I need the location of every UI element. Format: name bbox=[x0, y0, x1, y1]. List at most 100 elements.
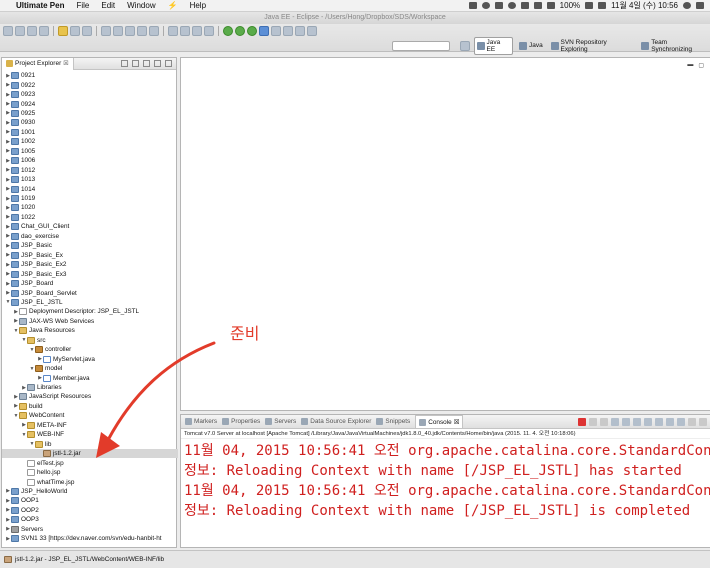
close-icon[interactable]: ☒ bbox=[454, 418, 460, 426]
external-tools-icon[interactable] bbox=[113, 26, 123, 36]
close-icon[interactable]: ☒ bbox=[63, 60, 68, 67]
tab-markers[interactable]: Markers bbox=[185, 418, 217, 425]
editor-area[interactable]: ▬ ▢ bbox=[180, 57, 710, 411]
new-icon[interactable] bbox=[3, 26, 13, 36]
tree-item[interactable]: ▶ 1014 bbox=[2, 184, 178, 193]
tray-sync-icon[interactable] bbox=[481, 2, 490, 9]
word-wrap-icon[interactable] bbox=[633, 418, 641, 426]
lightning-icon[interactable]: ⚡ bbox=[162, 1, 184, 10]
debug-icon[interactable] bbox=[223, 26, 233, 36]
new-server-icon[interactable] bbox=[58, 26, 68, 36]
tree-item[interactable]: ▶ 1022 bbox=[2, 213, 178, 222]
tab-properties[interactable]: Properties bbox=[222, 418, 260, 425]
pin-console-icon[interactable] bbox=[655, 418, 663, 426]
minimize-icon[interactable] bbox=[154, 60, 161, 67]
perspective-svn[interactable]: SVN Repository Exploring bbox=[549, 38, 636, 54]
tree-item[interactable]: ▶ JSP_HelloWorld bbox=[2, 487, 178, 496]
open-web-browser-icon[interactable] bbox=[259, 26, 269, 36]
maximize-icon[interactable] bbox=[165, 60, 172, 67]
run-last-tool-icon[interactable] bbox=[247, 26, 257, 36]
tray-bluetooth-icon[interactable] bbox=[520, 2, 529, 9]
tree-item[interactable]: ▶ META-INF bbox=[2, 421, 178, 430]
battery-icon[interactable] bbox=[585, 2, 594, 9]
perspective-java-ee[interactable]: Java EE bbox=[473, 36, 513, 55]
menu-help[interactable]: Help bbox=[184, 1, 212, 10]
tray-app-icon[interactable] bbox=[468, 2, 477, 9]
save-icon[interactable] bbox=[15, 26, 25, 36]
perspective-team-sync[interactable]: Team Synchronizing bbox=[639, 38, 710, 54]
collapse-all-icon[interactable] bbox=[121, 60, 128, 67]
open-type-icon[interactable] bbox=[149, 26, 159, 36]
tree-item[interactable]: ▶ JavaScript Resources bbox=[2, 392, 178, 401]
tree-item[interactable]: ▶ JSP_Basic bbox=[2, 241, 178, 250]
back-icon[interactable] bbox=[295, 26, 305, 36]
new-class-icon[interactable] bbox=[137, 26, 147, 36]
quick-access-input[interactable] bbox=[392, 41, 450, 51]
remove-launch-icon[interactable] bbox=[589, 418, 597, 426]
tree-item[interactable]: ▶ 1001 bbox=[2, 128, 178, 137]
open-console-icon[interactable] bbox=[677, 418, 685, 426]
tree-item[interactable]: jstl-1.2.jar bbox=[2, 449, 178, 459]
battery-percent[interactable]: 100% bbox=[560, 1, 580, 10]
tab-servers[interactable]: Servers bbox=[265, 418, 296, 425]
pin-icon[interactable] bbox=[204, 26, 214, 36]
tree-item[interactable]: ▶ 1019 bbox=[2, 194, 178, 203]
tree-item[interactable]: ▶ 0924 bbox=[2, 99, 178, 108]
menu-file[interactable]: File bbox=[70, 1, 95, 10]
tree-item[interactable]: ▼ WebContent bbox=[2, 411, 178, 420]
tree-item[interactable]: ▶ 0923 bbox=[2, 90, 178, 99]
maximize-icon[interactable] bbox=[699, 418, 707, 426]
tree-item[interactable]: ▶ SVN1 33 [https://dev.naver.com/svn/edu-… bbox=[2, 534, 178, 543]
tree-item[interactable]: ▼ JSP_EL_JSTL bbox=[2, 298, 178, 307]
tree-item[interactable]: ▶ Servers bbox=[2, 525, 178, 534]
task-icon[interactable] bbox=[180, 26, 190, 36]
tree-item[interactable]: ▶ 0922 bbox=[2, 80, 178, 89]
display-console-icon[interactable] bbox=[666, 418, 674, 426]
forward-icon[interactable] bbox=[307, 26, 317, 36]
notification-center-icon[interactable] bbox=[696, 2, 704, 9]
tree-item[interactable]: ▶ 1013 bbox=[2, 175, 178, 184]
tray-volume-icon[interactable] bbox=[546, 2, 555, 9]
tree-item[interactable]: hello.jsp bbox=[2, 468, 178, 477]
view-menu-icon[interactable] bbox=[143, 60, 150, 67]
tray-dropbox-icon[interactable] bbox=[494, 2, 503, 9]
tree-item[interactable]: ▶ Member.java bbox=[2, 373, 178, 382]
print-icon[interactable] bbox=[39, 26, 49, 36]
tree-item[interactable]: ▶ 1005 bbox=[2, 147, 178, 156]
tree-item[interactable]: ▶ MyServlet.java bbox=[2, 355, 178, 364]
skip-breakpoints-icon[interactable] bbox=[82, 26, 92, 36]
tree-item[interactable]: ▶ JSP_Basic_Ex3 bbox=[2, 269, 178, 278]
maximize-icon[interactable]: ▢ bbox=[698, 62, 704, 69]
tree-item[interactable]: ▶ OOP3 bbox=[2, 515, 178, 524]
tab-snippets[interactable]: Snippets bbox=[376, 418, 410, 425]
annotation-icon[interactable] bbox=[192, 26, 202, 36]
minimize-icon[interactable]: ▬ bbox=[687, 62, 693, 69]
tab-project-explorer[interactable]: Project Explorer ☒ bbox=[2, 57, 74, 70]
tree-item[interactable]: ▼ src bbox=[2, 336, 178, 345]
tree-item[interactable]: ▼ model bbox=[2, 364, 178, 373]
tree-item[interactable]: ▶ 1006 bbox=[2, 156, 178, 165]
run-icon[interactable] bbox=[235, 26, 245, 36]
tree-item[interactable]: ▶ Chat_GUI_Client bbox=[2, 222, 178, 231]
minimize-icon[interactable] bbox=[688, 418, 696, 426]
previous-annotation-icon[interactable] bbox=[283, 26, 293, 36]
new-package-icon[interactable] bbox=[125, 26, 135, 36]
tree-item[interactable]: ▼ Java Resources bbox=[2, 326, 178, 335]
tray-wifi-icon[interactable] bbox=[533, 2, 542, 9]
toggle-mark-icon[interactable] bbox=[70, 26, 80, 36]
spotlight-icon[interactable] bbox=[683, 2, 691, 9]
tree-item[interactable]: ▶ Deployment Descriptor: JSP_EL_JSTL bbox=[2, 307, 178, 316]
tree-item[interactable]: ▶ 1012 bbox=[2, 166, 178, 175]
tree-item[interactable]: ▼ WEB-INF bbox=[2, 430, 178, 439]
link-with-editor-icon[interactable] bbox=[132, 60, 139, 67]
tree-item[interactable]: ▶ OOP1 bbox=[2, 496, 178, 505]
tree-item[interactable]: whatTime.jsp bbox=[2, 477, 178, 486]
scroll-lock-icon[interactable] bbox=[622, 418, 630, 426]
tree-item[interactable]: ▶ OOP2 bbox=[2, 506, 178, 515]
tab-console[interactable]: Console ☒ bbox=[415, 415, 464, 428]
open-perspective-icon[interactable] bbox=[460, 40, 470, 51]
menu-edit[interactable]: Edit bbox=[95, 1, 121, 10]
tree-item[interactable]: ▶ build bbox=[2, 402, 178, 411]
show-on-output-icon[interactable] bbox=[644, 418, 652, 426]
tree-item[interactable]: ▶ 0930 bbox=[2, 118, 178, 127]
